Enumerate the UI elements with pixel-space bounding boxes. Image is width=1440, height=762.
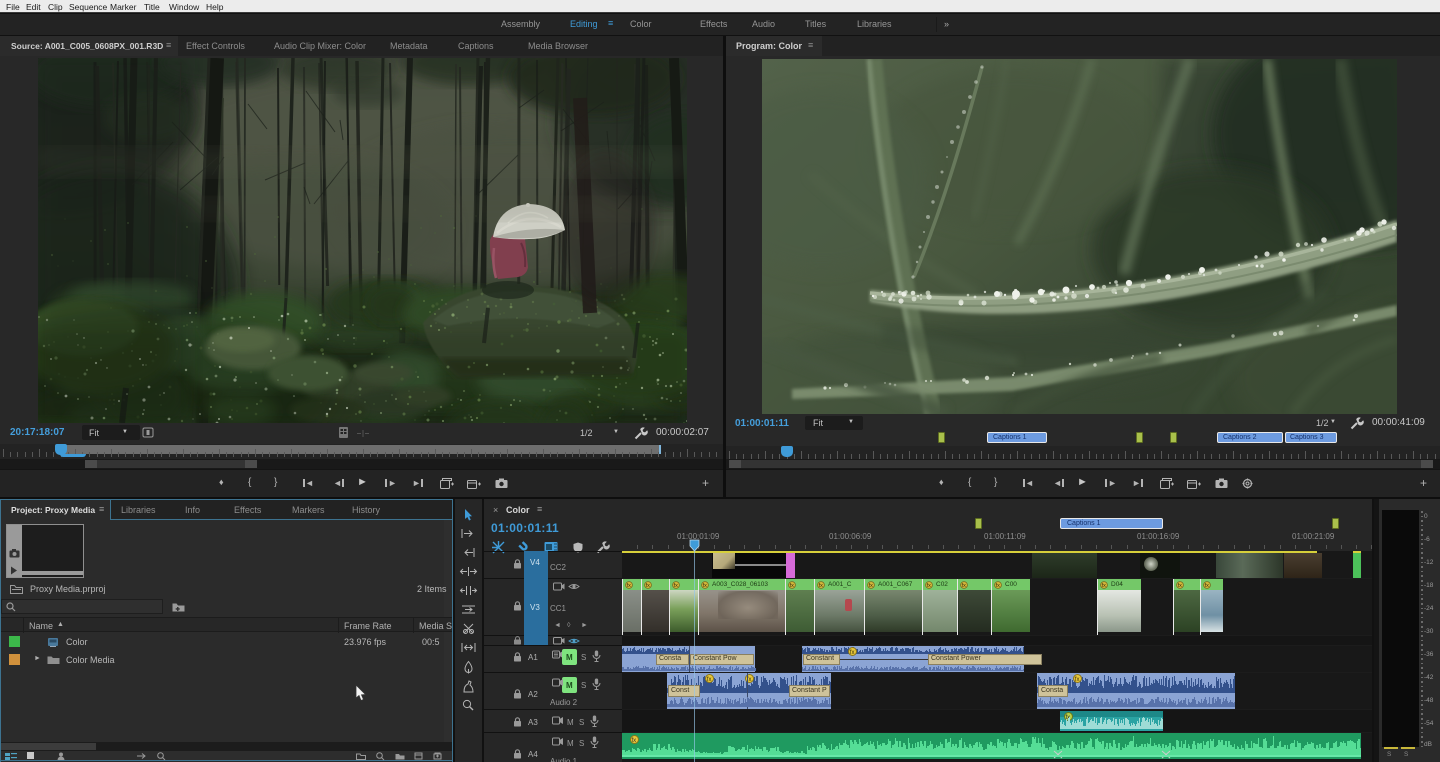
svg-text:fx: fx [962, 583, 967, 589]
svg-text:fx: fx [627, 583, 632, 589]
svg-text:fx: fx [674, 583, 679, 589]
svg-text:fx: fx [1205, 583, 1210, 589]
svg-text:fx: fx [850, 650, 855, 656]
svg-text:fx: fx [707, 677, 712, 683]
svg-text:fx: fx [927, 583, 932, 589]
svg-text:fx: fx [646, 583, 651, 589]
svg-text:fx: fx [1075, 677, 1080, 683]
svg-text:fx: fx [1178, 583, 1183, 589]
svg-text:fx: fx [1102, 583, 1107, 589]
svg-text:fx: fx [869, 583, 874, 589]
svg-text:fx: fx [790, 583, 795, 589]
svg-text:fx: fx [703, 583, 708, 589]
svg-text:fx: fx [996, 583, 1001, 589]
svg-text:fx: fx [819, 583, 824, 589]
